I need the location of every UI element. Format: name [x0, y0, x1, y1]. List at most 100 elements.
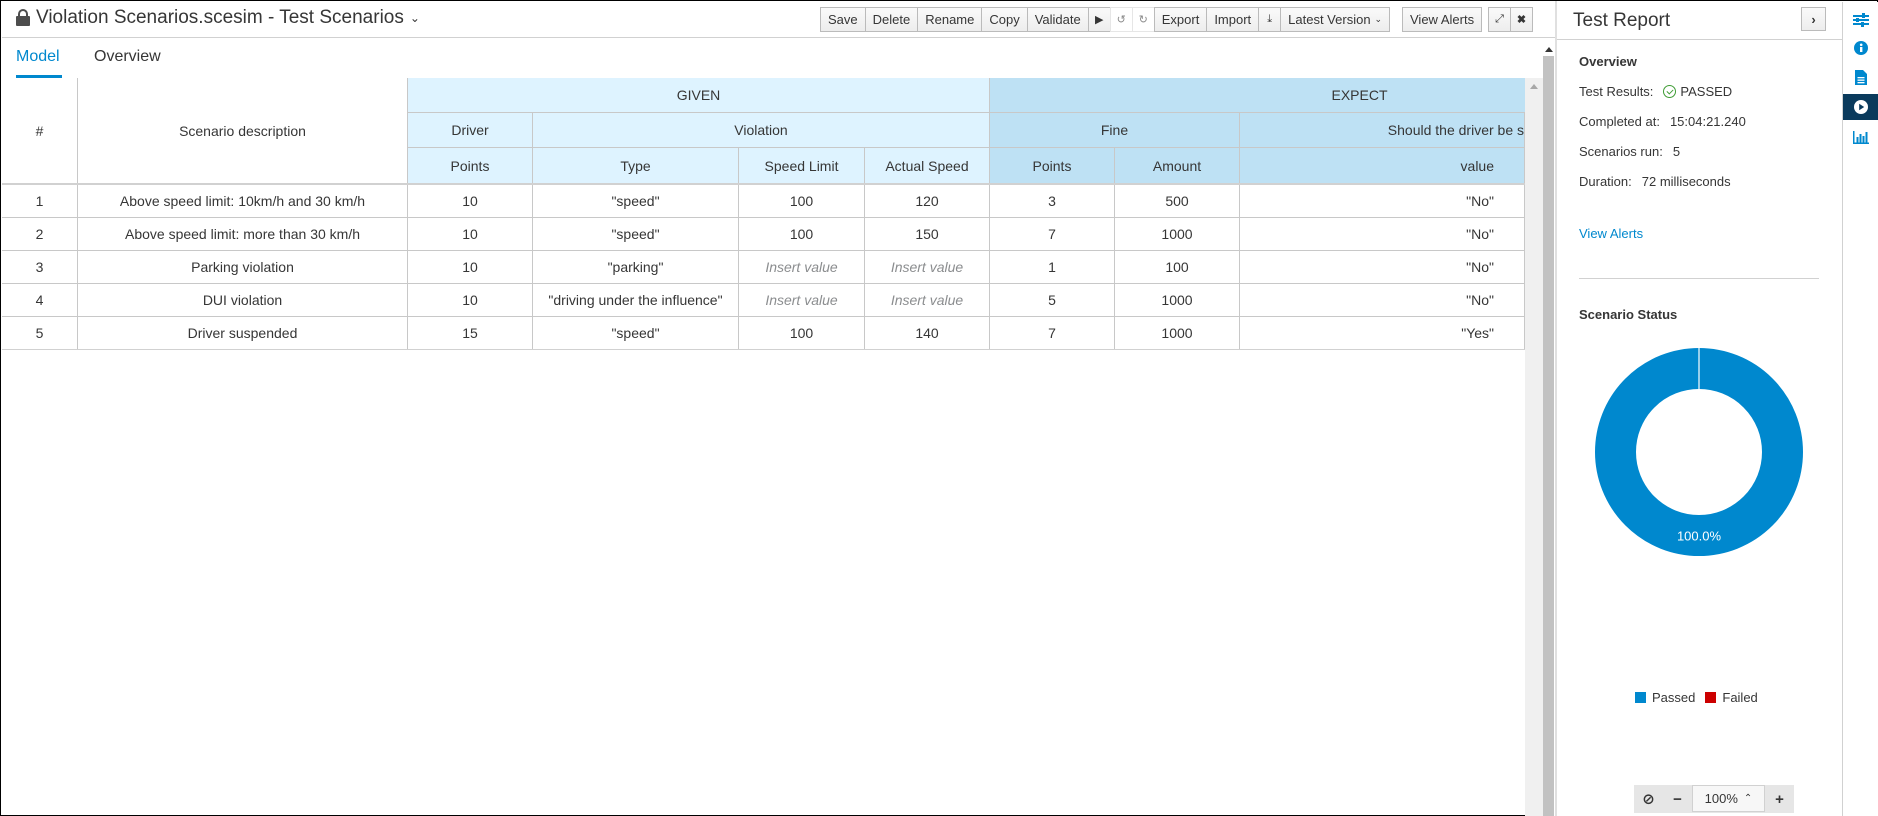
cell-fine-points[interactable]: 7: [990, 218, 1115, 251]
cell-fine-amount[interactable]: 1000: [1115, 317, 1240, 350]
cell-speed-limit[interactable]: 100: [739, 185, 865, 218]
cell-violation-type[interactable]: "driving under the influence": [533, 284, 739, 317]
cell-driver-points[interactable]: 15: [408, 317, 533, 350]
cell-description[interactable]: DUI violation: [78, 284, 408, 317]
view-alerts-button[interactable]: View Alerts: [1402, 7, 1483, 32]
cell-speed-limit[interactable]: Insert value: [739, 251, 865, 284]
cell-violation-type[interactable]: "parking": [533, 251, 739, 284]
run-button[interactable]: ▶: [1087, 7, 1111, 32]
cell-suspended-value[interactable]: "No": [1240, 185, 1525, 218]
cell-speed-limit[interactable]: 100: [739, 317, 865, 350]
copy-button[interactable]: Copy: [981, 7, 1028, 32]
zoom-level-select[interactable]: 100% ⌃: [1692, 785, 1765, 812]
zoom-in-button[interactable]: +: [1765, 785, 1794, 813]
editor-title[interactable]: Violation Scenarios.scesim - Test Scenar…: [16, 7, 420, 29]
view-alerts-link[interactable]: View Alerts: [1579, 226, 1643, 241]
grid-scrollbar[interactable]: [1525, 78, 1543, 816]
cell-fine-points[interactable]: 3: [990, 185, 1115, 218]
header-violation-type[interactable]: Type: [533, 148, 739, 184]
cell-description[interactable]: Driver suspended: [78, 317, 408, 350]
redo-button[interactable]: ↻: [1131, 7, 1155, 32]
cell-description[interactable]: Above speed limit: more than 30 km/h: [78, 218, 408, 251]
scrollbar-thumb[interactable]: [1543, 56, 1554, 816]
reset-zoom-button[interactable]: ⊘: [1634, 785, 1663, 813]
cell-fine-amount[interactable]: 1000: [1115, 218, 1240, 251]
cell-index[interactable]: 3: [2, 251, 78, 284]
cell-fine-amount[interactable]: 1000: [1115, 284, 1240, 317]
undo-button[interactable]: ↺: [1109, 7, 1133, 32]
scroll-up-icon[interactable]: [1530, 84, 1538, 89]
cell-index[interactable]: 2: [2, 218, 78, 251]
check-circle-icon: [1663, 85, 1677, 98]
cell-index[interactable]: 1: [2, 185, 78, 218]
latest-version-dropdown[interactable]: Latest Version ⌄: [1280, 7, 1391, 32]
cell-fine-points[interactable]: 5: [990, 284, 1115, 317]
cell-actual-speed[interactable]: Insert value: [865, 284, 990, 317]
editor-scrollbar[interactable]: [1543, 42, 1555, 816]
donut-slice-passed[interactable]: [1595, 348, 1803, 556]
rename-button[interactable]: Rename: [917, 7, 983, 32]
header-driver-points[interactable]: Points: [408, 148, 533, 184]
cell-fine-amount[interactable]: 100: [1115, 251, 1240, 284]
maximize-button[interactable]: ⤢: [1488, 7, 1511, 32]
zoom-out-button[interactable]: −: [1663, 785, 1692, 813]
header-instance-suspended[interactable]: Should the driver be s: [1240, 113, 1525, 148]
documentation-panel-button[interactable]: [1843, 64, 1878, 90]
legend-item-failed[interactable]: Failed: [1705, 690, 1758, 705]
import-button[interactable]: Import: [1206, 7, 1260, 32]
chevron-down-icon[interactable]: ⌄: [410, 11, 420, 25]
header-index[interactable]: #: [2, 78, 78, 184]
cell-index[interactable]: 5: [2, 317, 78, 350]
download-button[interactable]: ⤓: [1258, 7, 1282, 32]
save-button[interactable]: Save: [820, 7, 866, 32]
cell-speed-limit[interactable]: 100: [739, 218, 865, 251]
header-speed-limit[interactable]: Speed Limit: [739, 148, 865, 184]
close-button[interactable]: ✖: [1510, 7, 1533, 32]
cell-driver-points[interactable]: 10: [408, 185, 533, 218]
cell-violation-type[interactable]: "speed": [533, 317, 739, 350]
cell-actual-speed[interactable]: Insert value: [865, 251, 990, 284]
info-panel-button[interactable]: [1843, 35, 1878, 61]
cell-violation-type[interactable]: "speed": [533, 218, 739, 251]
tab-overview[interactable]: Overview: [94, 48, 161, 66]
cell-suspended-value[interactable]: "No": [1240, 218, 1525, 251]
validate-button[interactable]: Validate: [1026, 7, 1089, 32]
legend-item-passed[interactable]: Passed: [1635, 690, 1695, 705]
cell-fine-points[interactable]: 7: [990, 317, 1115, 350]
header-instance-violation[interactable]: Violation: [533, 113, 990, 148]
delete-button[interactable]: Delete: [864, 7, 919, 32]
cell-fine-points[interactable]: 1: [990, 251, 1115, 284]
export-button[interactable]: Export: [1153, 7, 1208, 32]
header-given[interactable]: GIVEN: [408, 78, 990, 113]
cell-suspended-value[interactable]: "No": [1240, 251, 1525, 284]
header-expect[interactable]: EXPECT: [990, 78, 1525, 113]
cell-index[interactable]: 4: [2, 284, 78, 317]
legend-swatch-failed: [1705, 692, 1717, 703]
cell-suspended-value[interactable]: "No": [1240, 284, 1525, 317]
cell-actual-speed[interactable]: 140: [865, 317, 990, 350]
cell-actual-speed[interactable]: 120: [865, 185, 990, 218]
cell-description[interactable]: Above speed limit: 10km/h and 30 km/h: [78, 185, 408, 218]
cell-suspended-value[interactable]: "Yes": [1240, 317, 1525, 350]
header-fine-points[interactable]: Points: [990, 148, 1115, 184]
header-suspended-value[interactable]: value: [1240, 148, 1525, 184]
scroll-up-icon[interactable]: [1545, 47, 1553, 52]
tab-model[interactable]: Model: [16, 48, 60, 66]
header-scenario-description[interactable]: Scenario description: [78, 78, 408, 184]
cell-violation-type[interactable]: "speed": [533, 185, 739, 218]
header-instance-fine[interactable]: Fine: [990, 113, 1240, 148]
header-fine-amount[interactable]: Amount: [1115, 148, 1240, 184]
cell-driver-points[interactable]: 10: [408, 218, 533, 251]
cell-driver-points[interactable]: 10: [408, 284, 533, 317]
header-actual-speed[interactable]: Actual Speed: [865, 148, 990, 184]
coverage-panel-button[interactable]: [1843, 124, 1878, 150]
cell-driver-points[interactable]: 10: [408, 251, 533, 284]
cell-fine-amount[interactable]: 500: [1115, 185, 1240, 218]
collapse-panel-button[interactable]: ›: [1801, 7, 1826, 31]
properties-panel-button[interactable]: [1843, 7, 1878, 33]
cell-description[interactable]: Parking violation: [78, 251, 408, 284]
cell-speed-limit[interactable]: Insert value: [739, 284, 865, 317]
cell-actual-speed[interactable]: 150: [865, 218, 990, 251]
test-report-panel-button[interactable]: [1843, 94, 1878, 120]
header-instance-driver[interactable]: Driver: [408, 113, 533, 148]
